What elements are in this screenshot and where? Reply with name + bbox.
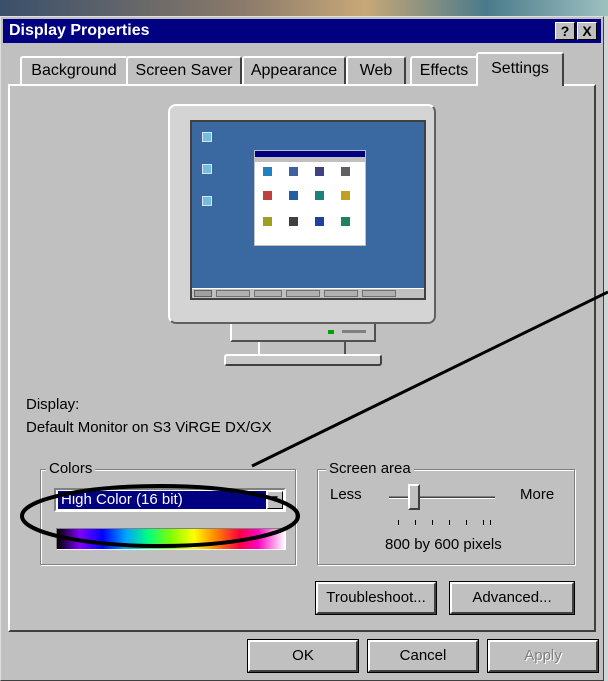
colors-dropdown[interactable]: High Color (16 bit) ▼ (54, 488, 286, 512)
dropdown-arrow-icon[interactable]: ▼ (267, 491, 283, 509)
preview-window (254, 150, 366, 246)
color-spectrum-preview (56, 528, 286, 550)
slider-tick (449, 520, 450, 525)
slider-more-label: More (520, 486, 555, 503)
tab-web[interactable]: Web (346, 56, 406, 84)
colors-selected-value: High Color (16 bit) (58, 491, 266, 509)
preview-taskbar (192, 288, 424, 298)
tab-effects[interactable]: Effects (410, 56, 478, 84)
resolution-text: 800 by 600 pixels (385, 536, 502, 553)
window-title: Display Properties (9, 22, 150, 39)
display-label: Display: (26, 396, 80, 413)
monitor-base (224, 354, 382, 366)
screen-area-group-label: Screen area (326, 460, 414, 477)
preview-desktop-icon (202, 196, 212, 206)
colors-group-label: Colors (46, 460, 96, 477)
troubleshoot-button[interactable]: Troubleshoot... (315, 581, 437, 615)
tab-background[interactable]: Background (20, 56, 128, 84)
slider-tick (398, 520, 399, 525)
slider-tick (483, 520, 484, 525)
preview-desktop-icon (202, 132, 212, 142)
monitor-neck (258, 342, 346, 354)
slider-tick (432, 520, 433, 525)
colors-group (40, 469, 296, 565)
cancel-button[interactable]: Cancel (367, 639, 479, 673)
advanced-button[interactable]: Advanced... (449, 581, 575, 615)
display-value: Default Monitor on S3 ViRGE DX/GX (26, 419, 272, 436)
title-bar[interactable]: Display Properties ? X (3, 19, 601, 43)
screen-area-slider-track[interactable] (389, 496, 495, 499)
ok-button[interactable]: OK (247, 639, 359, 673)
monitor-chin (230, 324, 376, 342)
desktop-background-edge (604, 16, 608, 681)
slider-tick (490, 520, 491, 525)
tab-screen-saver[interactable]: Screen Saver (126, 56, 242, 84)
apply-button[interactable]: Apply (487, 639, 599, 673)
close-icon[interactable]: X (577, 22, 597, 40)
preview-desktop-icon (202, 164, 212, 174)
slider-less-label: Less (330, 486, 362, 503)
tab-settings[interactable]: Settings (476, 52, 564, 86)
desktop-background-strip (0, 0, 608, 16)
screen-area-slider-thumb[interactable] (408, 484, 420, 510)
slider-tick (415, 520, 416, 525)
tab-appearance[interactable]: Appearance (242, 56, 346, 84)
desktop-preview (190, 120, 426, 300)
help-icon[interactable]: ? (555, 22, 575, 40)
slider-tick (466, 520, 467, 525)
